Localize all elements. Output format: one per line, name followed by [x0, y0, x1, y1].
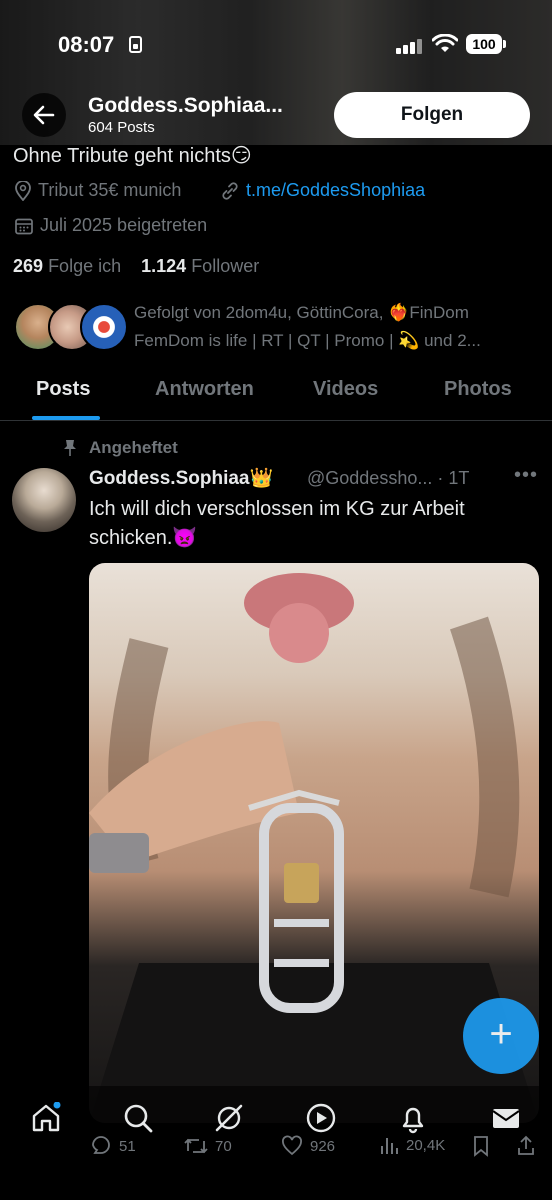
home-indicator-area: [0, 1164, 552, 1200]
following-link[interactable]: 269 Folge ich: [13, 256, 121, 276]
search-icon[interactable]: [122, 1102, 154, 1134]
views-icon: [381, 1138, 398, 1154]
like-count: 926: [310, 1137, 336, 1155]
profile-bio: Ohne Tribute geht nichts😏: [13, 145, 252, 167]
views-count: 20,4K: [406, 1136, 446, 1154]
like-action[interactable]: 926: [280, 1134, 335, 1158]
profile-link[interactable]: t.me/GoddesShophiaa: [220, 180, 425, 201]
compose-button[interactable]: +: [463, 998, 539, 1074]
calendar-icon: [15, 218, 33, 234]
back-button[interactable]: [22, 93, 66, 137]
cellular-signal-icon: [396, 38, 424, 54]
followers-count: 1.124: [141, 256, 187, 276]
tweet-handle[interactable]: @Goddessho...: [307, 468, 432, 488]
sim-card-icon: [129, 36, 142, 53]
home-icon[interactable]: [30, 1102, 62, 1134]
follower-avatar[interactable]: [80, 303, 128, 351]
followed-by-line: FemDom is life | RT | QT | Promo | 💫 und…: [134, 331, 481, 350]
reply-count: 51: [119, 1137, 136, 1155]
retweet-action[interactable]: 70: [183, 1134, 232, 1158]
joined-text: Juli 2025 beigetreten: [40, 215, 208, 235]
status-time: 08:07: [58, 32, 115, 57]
battery-indicator: 100: [466, 34, 506, 54]
reply-action[interactable]: 51: [89, 1134, 136, 1158]
video-icon[interactable]: [305, 1102, 337, 1134]
tweet-handle-time: @Goddessho... · 1T: [307, 468, 469, 489]
profile-location: Tribut 35€ munich: [14, 180, 181, 201]
messages-icon[interactable]: [490, 1102, 522, 1134]
pin-icon: [64, 440, 76, 456]
location-text: Tribut 35€ munich: [38, 180, 182, 200]
follow-button[interactable]: Folgen: [334, 92, 530, 138]
tweet-text: Ich will dich verschlossen im KG zur Arb…: [89, 498, 465, 549]
tab-posts[interactable]: Posts: [36, 378, 90, 401]
profile-joined: Juli 2025 beigetreten: [14, 215, 207, 236]
grok-icon[interactable]: [213, 1102, 245, 1134]
link-icon: [222, 181, 238, 200]
tab-photos[interactable]: Photos: [444, 378, 512, 401]
following-label: Folge ich: [48, 256, 122, 276]
profile-tabs: Posts Antworten Videos Photos: [0, 370, 552, 421]
followers-label: Follower: [191, 256, 260, 276]
arrow-left-icon: [33, 105, 55, 125]
follow-counts: 269 Folge ich 1.124 Follower: [13, 256, 259, 277]
notifications-icon[interactable]: [397, 1102, 429, 1134]
followers-link[interactable]: 1.124 Follower: [141, 256, 259, 276]
location-pin-icon: [15, 180, 31, 201]
retweet-count: 70: [215, 1137, 232, 1155]
views-action[interactable]: 20,4K: [378, 1134, 445, 1156]
followed-by-text[interactable]: Gefolgt von 2dom4u, GöttinCora, ❤️‍🔥FinD…: [134, 299, 534, 355]
share-icon[interactable]: [515, 1134, 537, 1158]
tab-videos[interactable]: Videos: [313, 378, 378, 401]
heart-icon: [282, 1135, 302, 1156]
profile-title: Goddess.Sophiaa...: [88, 94, 283, 117]
reply-icon: [92, 1136, 110, 1154]
tweet-author-name[interactable]: Goddess.Sophiaa👑: [89, 466, 273, 490]
link-text[interactable]: t.me/GoddesShophiaa: [246, 180, 425, 201]
tweet-time: · 1T: [437, 468, 470, 488]
bookmark-icon[interactable]: [470, 1134, 492, 1158]
tweet-actions: 51 70 926 20,4K: [0, 1134, 552, 1164]
post-count: 604 Posts: [88, 119, 155, 136]
followed-by-line: Gefolgt von 2dom4u, GöttinCora, ❤️‍🔥FinD…: [134, 303, 469, 322]
author-avatar[interactable]: [12, 468, 76, 532]
active-tab-indicator: [32, 416, 100, 420]
wifi-icon: [432, 34, 458, 52]
pinned-label: Angeheftet: [89, 438, 178, 457]
more-options-icon[interactable]: •••: [514, 464, 538, 487]
retweet-icon: [184, 1138, 208, 1154]
following-count: 269: [13, 256, 44, 276]
tab-replies[interactable]: Antworten: [155, 378, 254, 401]
